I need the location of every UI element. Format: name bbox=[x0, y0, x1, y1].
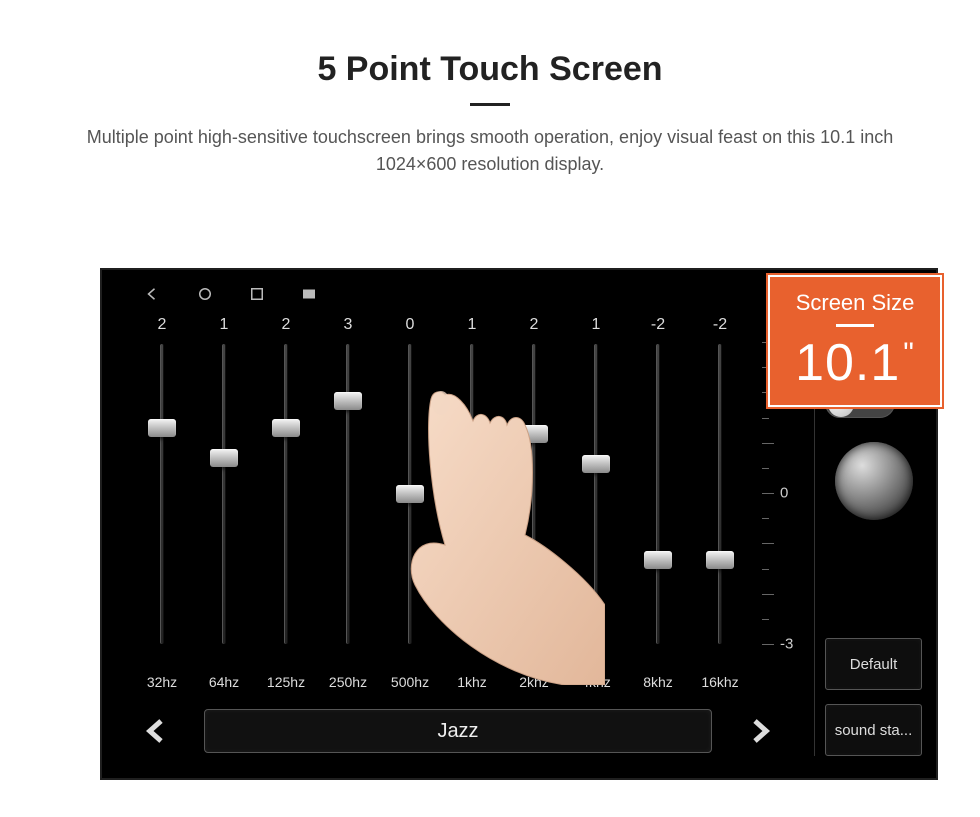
recent-apps-icon[interactable] bbox=[248, 285, 266, 303]
eq-slider[interactable] bbox=[346, 344, 350, 644]
eq-slider-knob[interactable] bbox=[582, 455, 610, 473]
screen-size-badge: Screen Size 10.1" bbox=[766, 273, 944, 409]
page-title: 5 Point Touch Screen bbox=[0, 50, 980, 89]
page-subtitle: Multiple point high-sensitive touchscree… bbox=[80, 124, 900, 178]
eq-band-2khz: 2 2khz bbox=[504, 316, 564, 696]
preset-row: Jazz bbox=[138, 706, 778, 756]
eq-slider-knob[interactable] bbox=[706, 551, 734, 569]
sound-stage-button[interactable]: sound sta... bbox=[825, 704, 922, 756]
eq-band-4khz: 1 4khz bbox=[566, 316, 626, 696]
eq-value: 1 bbox=[566, 316, 626, 334]
eq-freq-label: 64hz bbox=[194, 674, 254, 690]
eq-value: 1 bbox=[194, 316, 254, 334]
eq-band-32hz: 2 32hz bbox=[132, 316, 192, 696]
eq-slider[interactable] bbox=[594, 344, 598, 644]
eq-slider[interactable] bbox=[160, 344, 164, 644]
eq-slider[interactable] bbox=[532, 344, 536, 644]
scale-mid: 0 bbox=[780, 485, 788, 502]
title-underline bbox=[470, 103, 510, 106]
eq-freq-label: 32hz bbox=[132, 674, 192, 690]
eq-slider[interactable] bbox=[222, 344, 226, 644]
eq-freq-label: 250hz bbox=[318, 674, 378, 690]
eq-value: 2 bbox=[504, 316, 564, 334]
eq-slider[interactable] bbox=[656, 344, 660, 644]
picture-icon[interactable] bbox=[300, 285, 318, 303]
eq-slider-knob[interactable] bbox=[520, 425, 548, 443]
eq-band-500hz: 0 500hz bbox=[380, 316, 440, 696]
home-icon[interactable] bbox=[196, 285, 214, 303]
eq-value: 1 bbox=[442, 316, 502, 334]
eq-value: -2 bbox=[628, 316, 688, 334]
preset-next-button[interactable] bbox=[742, 711, 778, 751]
equalizer-area: 2 32hz 1 64hz 2 125hz 3 250hz 0 500hz 1 1khz 2 2khz 1 4… bbox=[132, 316, 752, 696]
eq-freq-label: 16khz bbox=[690, 674, 750, 690]
eq-freq-label: 4khz bbox=[566, 674, 626, 690]
eq-band-1khz: 1 1khz bbox=[442, 316, 502, 696]
badge-value: 10.1" bbox=[795, 333, 915, 393]
eq-slider[interactable] bbox=[284, 344, 288, 644]
eq-freq-label: 8khz bbox=[628, 674, 688, 690]
eq-value: 0 bbox=[380, 316, 440, 334]
eq-value: 2 bbox=[132, 316, 192, 334]
eq-value: -2 bbox=[690, 316, 750, 334]
default-button[interactable]: Default bbox=[825, 638, 922, 690]
eq-slider[interactable] bbox=[470, 344, 474, 644]
eq-value: 3 bbox=[318, 316, 378, 334]
preset-prev-button[interactable] bbox=[138, 711, 174, 751]
scale-min: -3 bbox=[780, 636, 793, 653]
eq-slider-knob[interactable] bbox=[644, 551, 672, 569]
eq-slider-knob[interactable] bbox=[272, 419, 300, 437]
eq-slider[interactable] bbox=[718, 344, 722, 644]
eq-band-125hz: 2 125hz bbox=[256, 316, 316, 696]
eq-value: 2 bbox=[256, 316, 316, 334]
badge-divider bbox=[836, 324, 874, 327]
eq-slider-knob[interactable] bbox=[458, 455, 486, 473]
eq-freq-label: 1khz bbox=[442, 674, 502, 690]
eq-band-8khz: -2 8khz bbox=[628, 316, 688, 696]
eq-slider-knob[interactable] bbox=[210, 449, 238, 467]
balance-knob[interactable] bbox=[835, 442, 913, 520]
eq-band-250hz: 3 250hz bbox=[318, 316, 378, 696]
preset-name[interactable]: Jazz bbox=[204, 709, 712, 753]
eq-slider-knob[interactable] bbox=[334, 392, 362, 410]
eq-band-64hz: 1 64hz bbox=[194, 316, 254, 696]
eq-band-16khz: -2 16khz bbox=[690, 316, 750, 696]
back-icon[interactable] bbox=[144, 285, 162, 303]
eq-freq-label: 500hz bbox=[380, 674, 440, 690]
eq-slider-knob[interactable] bbox=[148, 419, 176, 437]
eq-freq-label: 2khz bbox=[504, 674, 564, 690]
eq-freq-label: 125hz bbox=[256, 674, 316, 690]
badge-title: Screen Size bbox=[796, 290, 915, 316]
eq-slider-knob[interactable] bbox=[396, 485, 424, 503]
